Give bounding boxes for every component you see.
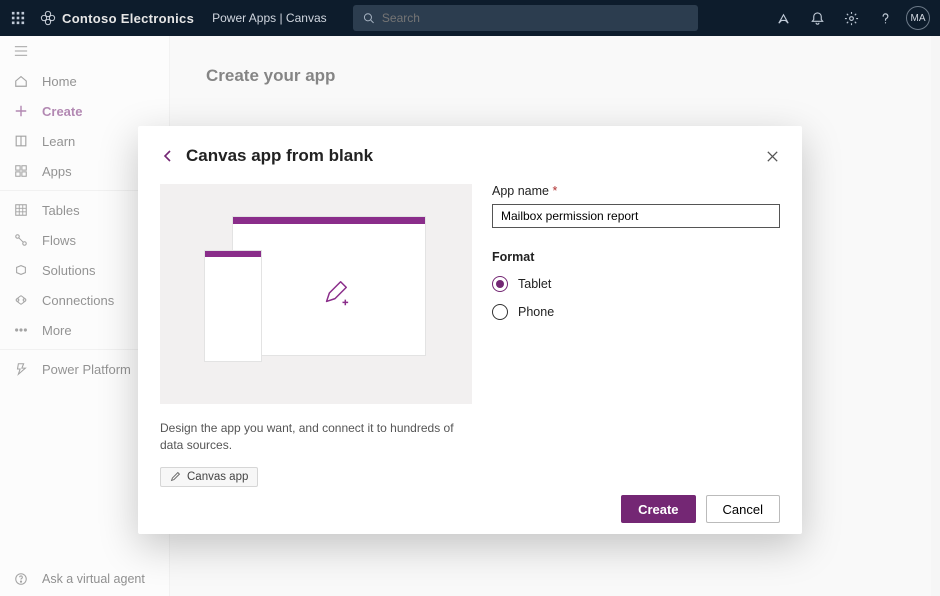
avatar[interactable]: MA [906, 6, 930, 30]
search-box[interactable] [353, 5, 698, 31]
canvas-from-blank-modal: Canvas app from blank Design the app you… [138, 126, 802, 534]
radio-unselected-icon [492, 304, 508, 320]
required-asterisk: * [552, 184, 557, 198]
waffle-icon[interactable] [0, 11, 36, 25]
breadcrumb[interactable]: Power Apps | Canvas [212, 11, 327, 25]
top-right-actions: MA [766, 0, 940, 36]
top-bar: Contoso Electronics Power Apps | Canvas … [0, 0, 940, 36]
search-icon [363, 12, 374, 24]
brand-logo-icon [40, 10, 56, 26]
gear-icon[interactable] [834, 0, 868, 36]
brand-name: Contoso Electronics [62, 11, 194, 26]
help-icon[interactable] [868, 0, 902, 36]
close-icon[interactable] [765, 149, 780, 164]
app-name-input[interactable] [492, 204, 780, 228]
environment-icon[interactable] [766, 0, 800, 36]
format-option-phone[interactable]: Phone [492, 304, 780, 320]
bell-icon[interactable] [800, 0, 834, 36]
format-label: Format [492, 250, 780, 264]
pencil-icon [170, 471, 181, 482]
app-name-label: App name * [492, 184, 780, 198]
radio-selected-icon [492, 276, 508, 292]
create-button[interactable]: Create [621, 495, 695, 523]
search-input[interactable] [382, 11, 688, 25]
brand[interactable]: Contoso Electronics [36, 10, 212, 26]
radio-label: Phone [518, 305, 554, 319]
modal-title: Canvas app from blank [186, 146, 373, 166]
format-option-tablet[interactable]: Tablet [492, 276, 780, 292]
app-type-badge: Canvas app [160, 467, 258, 487]
pen-plus-icon [320, 278, 350, 313]
badge-label: Canvas app [187, 471, 248, 483]
back-arrow-icon[interactable] [160, 148, 186, 164]
cancel-button[interactable]: Cancel [706, 495, 780, 523]
radio-label: Tablet [518, 277, 551, 291]
preview-illustration [160, 184, 472, 404]
preview-description: Design the app you want, and connect it … [160, 420, 472, 455]
